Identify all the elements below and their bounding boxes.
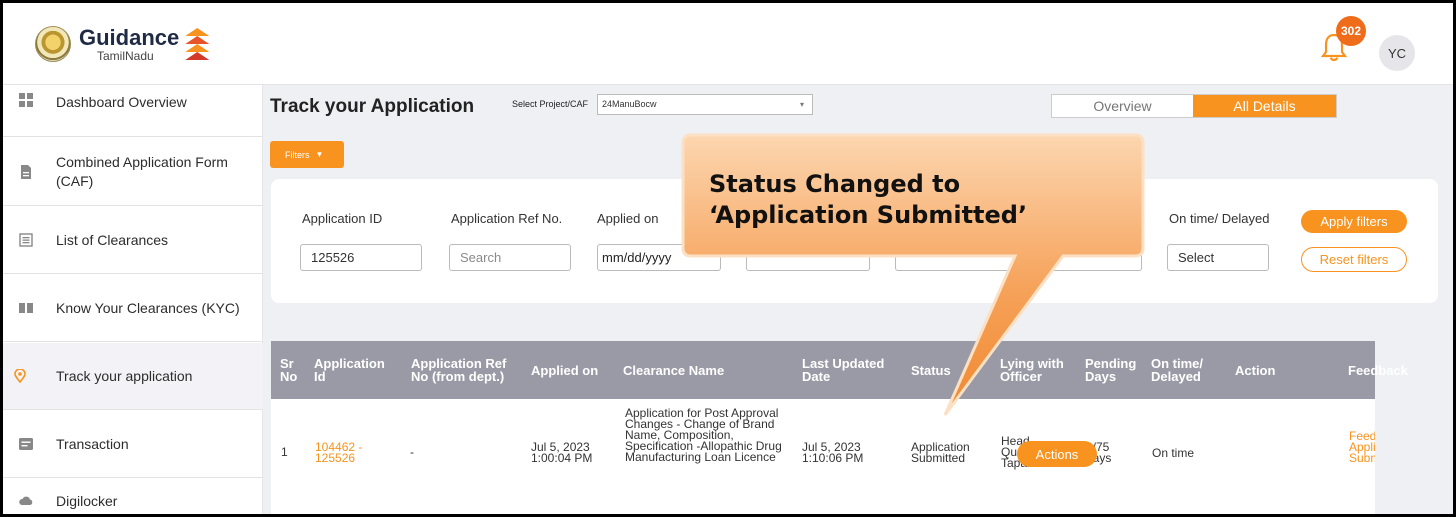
column-header-status: Status — [911, 362, 951, 378]
sidebar-item-transaction[interactable]: Transaction — [3, 411, 263, 478]
column-header-clearance-name: Clearance Name — [623, 362, 725, 378]
sidebar-item-kyc[interactable]: Know Your Clearances (KYC) — [3, 275, 263, 342]
tab-overview[interactable]: Overview — [1052, 95, 1193, 117]
notification-count-badge: 302 — [1336, 16, 1366, 46]
sidebar: Dashboard Overview Combined Application … — [3, 85, 263, 514]
column-header-pending-days: Pending Days — [1085, 356, 1137, 384]
column-header-applied-on: Applied on — [531, 362, 599, 378]
tamilnadu-emblem-icon — [35, 26, 71, 62]
sidebar-item-label: Dashboard Overview — [56, 94, 187, 110]
column-header-feedback: Feedback — [1348, 362, 1408, 378]
cloud-icon — [19, 496, 33, 505]
sidebar-item-label: Know Your Clearances (KYC) — [56, 299, 240, 316]
book-icon — [19, 303, 33, 313]
officer-filter-input[interactable] — [1044, 244, 1142, 271]
tab-all-details[interactable]: All Details — [1193, 95, 1336, 117]
logo-subtitle: TamilNadu — [97, 48, 154, 63]
clearance-name-input[interactable] — [746, 244, 870, 271]
chevron-down-icon: ▾ — [799, 100, 804, 109]
callout-text: Status Changed to ‘Application Submitted… — [709, 170, 1028, 229]
guidance-logo[interactable]: Guidance TamilNadu — [35, 24, 210, 63]
sidebar-item-label: List of Clearances — [56, 231, 169, 248]
reset-filters-button[interactable]: Reset filters — [1301, 247, 1407, 272]
application-id-link[interactable]: 104462 - 125526 — [315, 441, 375, 464]
filters-button-label: Filters — [285, 149, 310, 160]
application-ref-input[interactable]: Search — [449, 244, 571, 271]
column-header-on-time: On time/ Delayed — [1151, 356, 1204, 384]
applied-on-date-input[interactable]: mm/dd/yyyy — [597, 244, 721, 271]
apply-filters-button[interactable]: Apply filters — [1301, 210, 1407, 233]
on-time-delayed-select[interactable]: Select — [1167, 244, 1269, 271]
sidebar-item-caf[interactable]: Combined Application Form (CAF) — [3, 138, 263, 206]
application-ref-label: Application Ref No. — [451, 211, 563, 226]
list-icon — [19, 233, 33, 247]
status-filter-input[interactable] — [895, 244, 1019, 271]
applied-on-label: Applied on — [597, 211, 659, 226]
column-header-action: Action — [1235, 362, 1276, 378]
location-pin-icon — [14, 369, 26, 383]
column-header-application-id: Application Id — [314, 356, 385, 384]
column-header-sr: Sr No — [280, 356, 298, 384]
project-select-value: 24ManuBocw — [602, 99, 657, 109]
sidebar-item-label: Transaction — [56, 435, 129, 452]
view-toggle: Overview All Details — [1051, 94, 1337, 118]
application-id-label: Application ID — [302, 211, 383, 226]
sidebar-item-track[interactable]: Track your application — [3, 343, 263, 410]
cell-status: Application Submitted — [911, 440, 970, 465]
column-header-last-updated: Last Updated Date — [802, 356, 885, 384]
table-header: Sr No Application Id Application Ref No … — [271, 341, 1408, 399]
cell-ref-no: - — [410, 445, 414, 459]
cell-sr: 1 — [281, 445, 288, 459]
project-select-label: Select Project/CAF — [512, 99, 589, 109]
sidebar-item-digilocker[interactable]: Digilocker — [3, 479, 263, 514]
sidebar-item-clearances[interactable]: List of Clearances — [3, 207, 263, 274]
user-avatar[interactable]: YC — [1379, 35, 1415, 71]
filters-button[interactable]: Filters ▼ — [270, 141, 344, 168]
logo-flag-icon — [185, 28, 210, 60]
page-title: Track your Application — [270, 96, 475, 117]
project-select[interactable]: 24ManuBocw ▾ — [597, 94, 813, 115]
applications-table: Sr No Application Id Application Ref No … — [271, 341, 1408, 514]
column-header-officer: Lying with Officer — [1000, 356, 1064, 384]
chevron-down-icon: ▼ — [315, 150, 324, 159]
logo-title: Guidance — [79, 24, 180, 50]
applied-on-placeholder: mm/dd/yyyy — [602, 250, 672, 265]
application-id-input[interactable]: 125526 — [300, 244, 422, 271]
cell-applied-on: Jul 5, 2023 1:00:04 PM — [531, 440, 593, 465]
actions-button[interactable]: Actions — [1017, 441, 1097, 467]
sidebar-item-label: Track your application — [56, 367, 193, 384]
cell-clearance-name: Application for Post Approval Changes - … — [625, 406, 782, 464]
screen-frame: Guidance TamilNadu 302 YC Dashboard Over… — [0, 0, 1456, 517]
cell-last-updated: Jul 5, 2023 1:10:06 PM — [802, 440, 864, 465]
document-icon — [21, 164, 31, 179]
sidebar-item-dashboard[interactable]: Dashboard Overview — [3, 85, 263, 137]
on-time-delayed-label: On time/ Delayed — [1169, 211, 1270, 226]
dashboard-icon — [19, 93, 33, 107]
column-header-ref-no: Application Ref No (from dept.) — [411, 356, 507, 384]
transaction-icon — [19, 438, 33, 450]
cell-on-time: On time — [1152, 446, 1195, 460]
sidebar-item-label: Combined Application Form (CAF) — [56, 153, 228, 189]
sidebar-item-label: Digilocker — [56, 492, 118, 509]
feedback-link[interactable]: Feedback Application Submitted — [1349, 431, 1375, 464]
top-header: Guidance TamilNadu 302 YC — [3, 3, 1453, 85]
